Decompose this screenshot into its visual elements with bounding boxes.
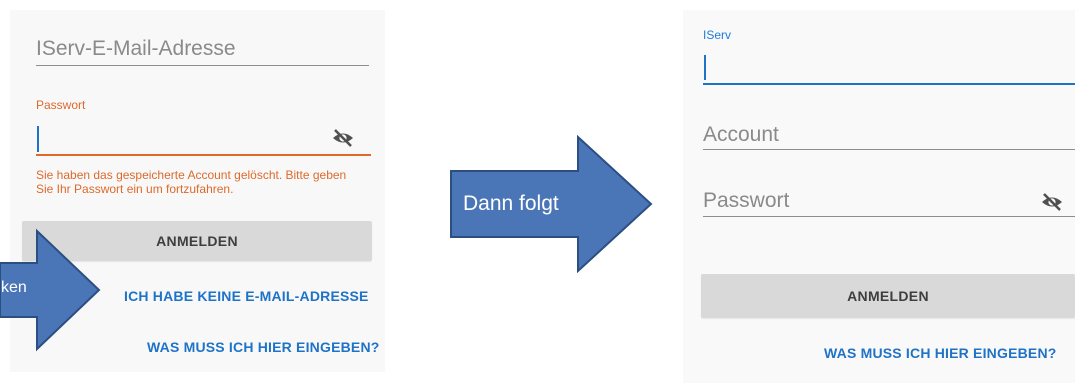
eye-off-icon[interactable] <box>1040 192 1064 212</box>
server-label: IServ <box>703 28 732 42</box>
callout-small-text: ken <box>1 279 27 296</box>
eye-off-icon[interactable] <box>331 128 355 148</box>
text-cursor <box>704 55 706 80</box>
email-underline <box>36 65 369 66</box>
callout-main-text: Dann folgt <box>463 192 559 215</box>
password-underline <box>703 216 1075 217</box>
help-link[interactable]: WAS MUSS ICH HIER EINGEBEN? <box>147 339 380 355</box>
password-label: Passwort <box>36 98 86 112</box>
login-button[interactable]: ANMELDEN <box>701 274 1075 318</box>
account-input[interactable]: Account <box>703 123 779 147</box>
password-input-focused[interactable] <box>36 154 371 156</box>
right-login-screen: IServ Account Passwort ANMELDEN WAS MUSS… <box>683 10 1075 383</box>
password-input[interactable]: Passwort <box>703 189 789 213</box>
error-message: Sie haben das gespeicherte Account gelös… <box>36 168 347 196</box>
no-email-link[interactable]: ICH HABE KEINE E-MAIL-ADRESSE <box>124 288 369 304</box>
account-underline <box>703 149 1075 150</box>
server-input-focused[interactable] <box>703 83 1075 85</box>
text-cursor <box>37 126 39 152</box>
help-link[interactable]: WAS MUSS ICH HIER EINGEBEN? <box>824 345 1057 361</box>
email-input[interactable]: IServ-E-Mail-Adresse <box>36 37 236 61</box>
